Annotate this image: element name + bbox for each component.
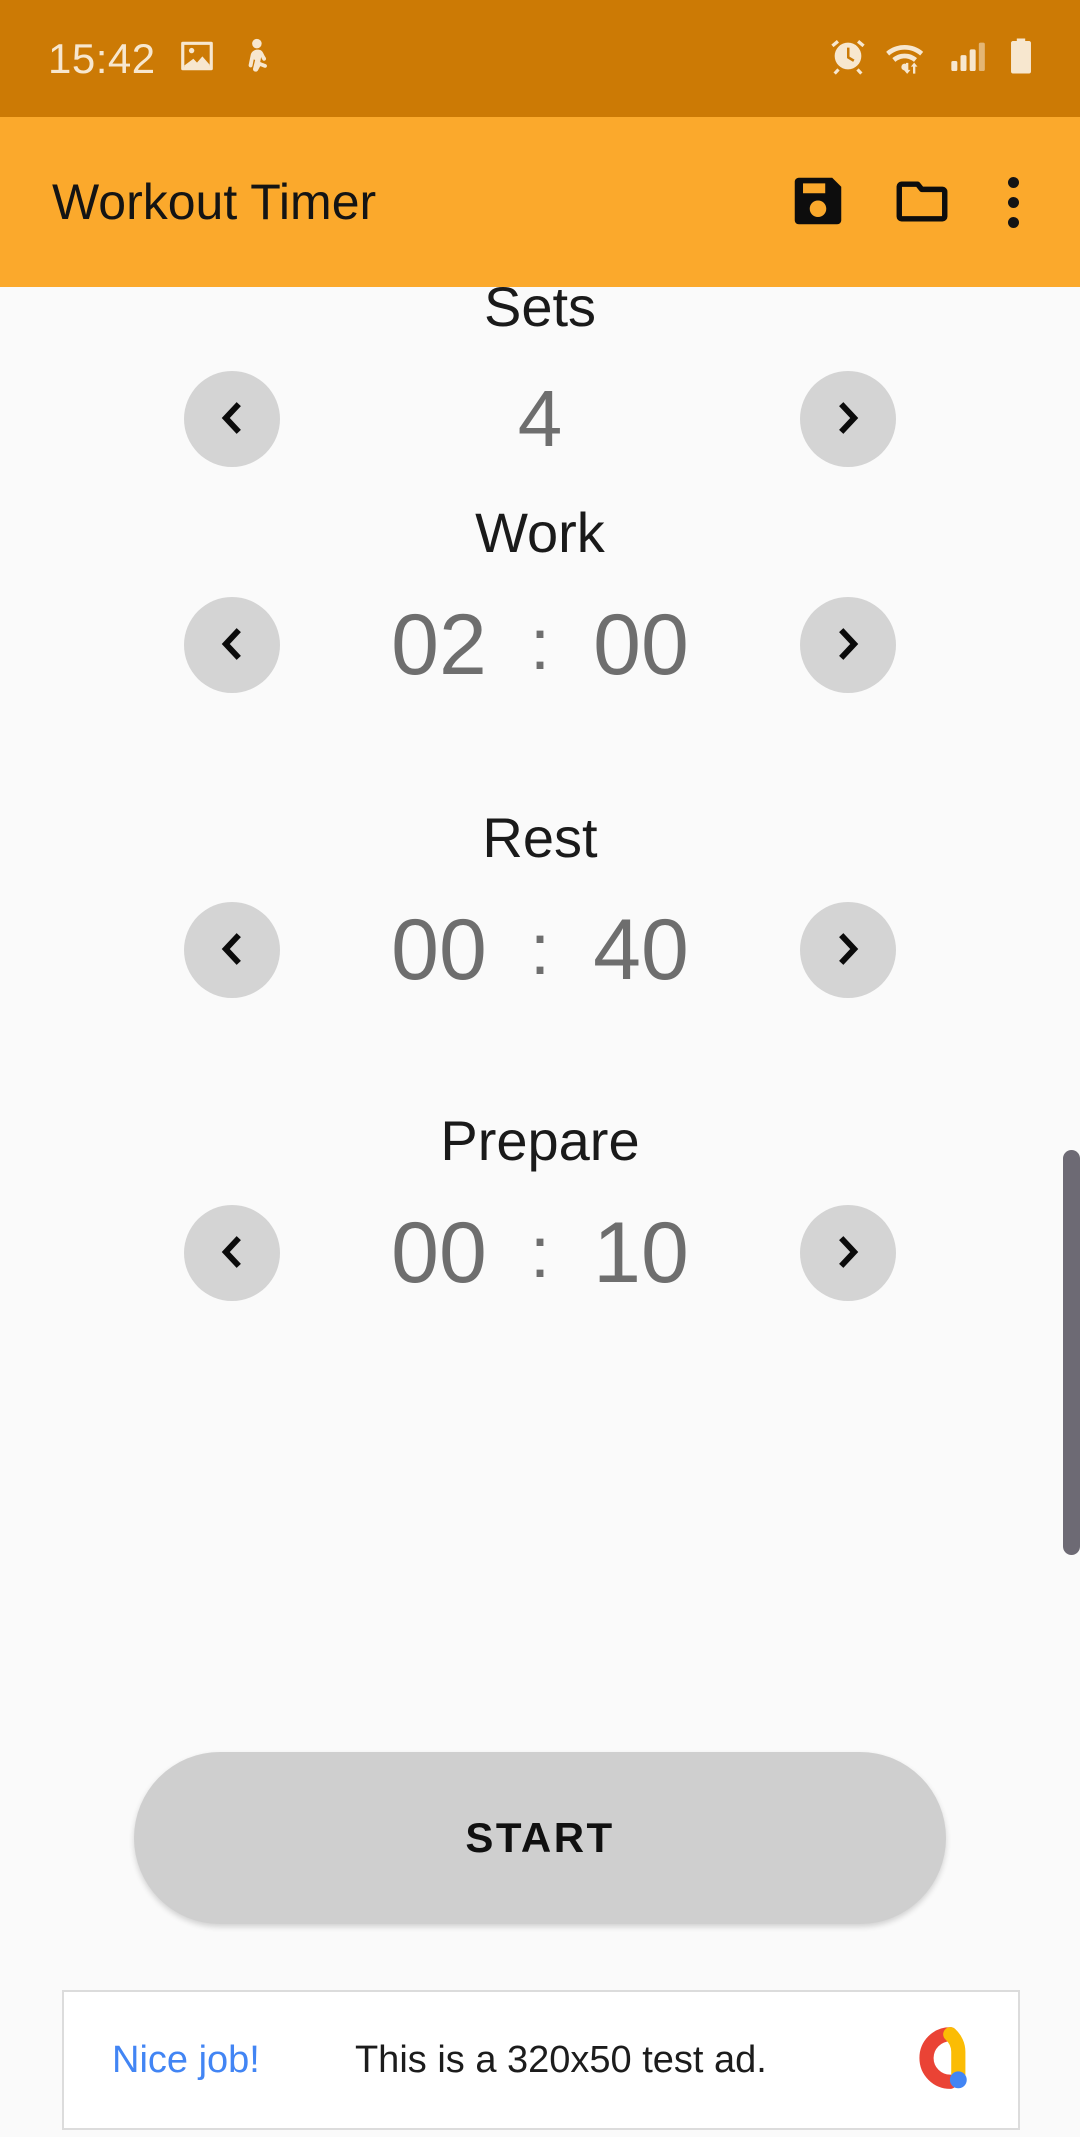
work-minutes: 02 (391, 597, 487, 693)
status-bar-right (828, 35, 1038, 82)
ad-cta-link[interactable]: Nice job! (112, 2041, 260, 2079)
signal-icon (948, 36, 988, 81)
status-bar: 15:42 (0, 0, 1080, 117)
prepare-separator: : (529, 1213, 550, 1293)
admob-logo-icon (892, 2012, 984, 2109)
chevron-right-icon (826, 1230, 870, 1277)
work-value: 02 : 00 (280, 602, 800, 688)
rest-minutes: 00 (391, 902, 487, 998)
rest-value: 00 : 40 (280, 907, 800, 993)
battery-icon (1004, 35, 1038, 82)
work-increment-button[interactable] (800, 597, 896, 693)
settings-content: Sets 4 Work 02: 00 Rest 00: 40 Prepare… (0, 279, 1080, 1930)
start-button[interactable]: START (134, 1752, 946, 1924)
overflow-menu-icon (1007, 176, 1019, 228)
field-work: Work 02 : 00 (0, 505, 1080, 693)
open-folder-button[interactable] (870, 150, 974, 254)
page-title: Workout Timer (52, 174, 377, 230)
field-row-sets: 4 (0, 371, 1080, 467)
ad-body-text: This is a 320x50 test ad. (354, 2039, 767, 2081)
sets-decrement-button[interactable] (184, 371, 280, 467)
ad-banner[interactable]: Nice job! This is a 320x50 test ad. (62, 1990, 1020, 2130)
chevron-left-icon (210, 396, 254, 443)
app-bar: Workout Timer (0, 117, 1080, 287)
start-button-container: START (0, 1752, 1080, 1924)
chevron-left-icon (210, 622, 254, 669)
chevron-right-icon (826, 927, 870, 974)
chevron-left-icon (210, 1230, 254, 1277)
prepare-decrement-button[interactable] (184, 1205, 280, 1301)
status-bar-left: 15:42 (48, 37, 272, 80)
alarm-icon (828, 36, 868, 81)
save-button[interactable] (766, 150, 870, 254)
sets-value: 4 (517, 374, 563, 463)
work-decrement-button[interactable] (184, 597, 280, 693)
folder-icon (891, 170, 953, 235)
vertical-scrollbar[interactable] (1063, 1150, 1080, 1555)
field-label-work: Work (475, 501, 605, 564)
chevron-left-icon (210, 927, 254, 974)
chevron-right-icon (826, 396, 870, 443)
app-bar-actions (766, 150, 1052, 254)
prepare-minutes: 00 (391, 1205, 487, 1301)
field-label-rest: Rest (482, 806, 598, 869)
person-icon (238, 37, 272, 80)
prepare-seconds: 10 (593, 1205, 689, 1301)
work-seconds: 00 (593, 597, 689, 693)
field-sets: Sets 4 (0, 279, 1080, 467)
field-row-rest: 00 : 40 (0, 902, 1080, 998)
chevron-right-icon (826, 622, 870, 669)
app-screen: 15:42 Workout Timer Sets 4 Work 02: 00 … (0, 0, 1080, 2137)
rest-increment-button[interactable] (800, 902, 896, 998)
rest-decrement-button[interactable] (184, 902, 280, 998)
field-row-prepare: 00 : 10 (0, 1205, 1080, 1301)
rest-seconds: 40 (593, 902, 689, 998)
prepare-increment-button[interactable] (800, 1205, 896, 1301)
wifi-icon (884, 36, 932, 81)
field-rest: Rest 00 : 40 (0, 810, 1080, 998)
rest-separator: : (529, 910, 550, 990)
save-icon (787, 170, 849, 235)
field-row-work: 02 : 00 (0, 597, 1080, 693)
prepare-value: 00 : 10 (280, 1210, 800, 1296)
work-separator: : (529, 605, 550, 685)
image-icon (178, 37, 216, 80)
field-label-prepare: Prepare (440, 1109, 640, 1172)
overflow-menu-button[interactable] (974, 150, 1052, 254)
status-clock: 15:42 (48, 34, 156, 82)
field-prepare: Prepare 00 : 10 (0, 1113, 1080, 1301)
sets-increment-button[interactable] (800, 371, 896, 467)
field-label-sets: Sets (483, 275, 597, 338)
